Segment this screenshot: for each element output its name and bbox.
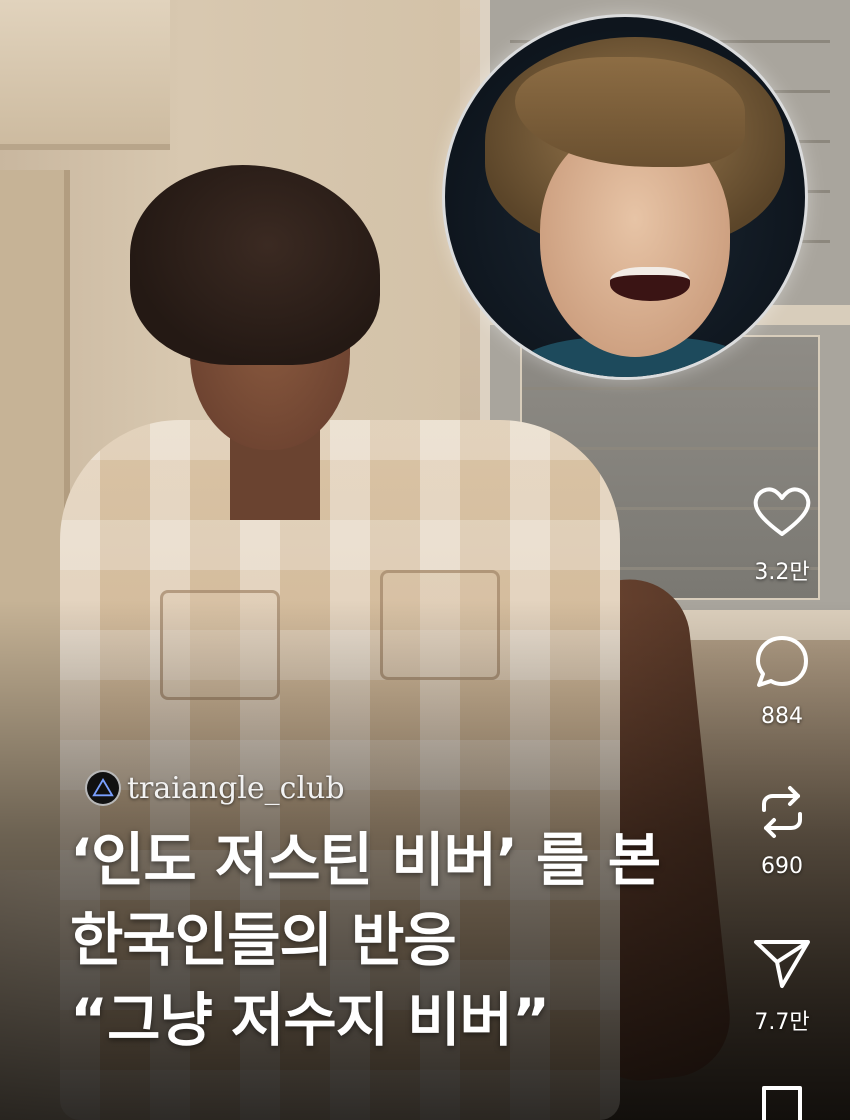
comment-icon — [756, 636, 808, 687]
background-ledge — [0, 0, 170, 150]
account-tag[interactable]: traiangle_club — [85, 770, 345, 806]
inset-photo — [442, 14, 808, 380]
account-name[interactable]: traiangle_club — [127, 771, 345, 806]
post-headline: ‘인도 저스틴 비버’ 를 본 한국인들의 반응 “그냥 저수지 비버” — [70, 820, 710, 1060]
comment-button[interactable]: 884 — [732, 630, 832, 729]
send-icon — [754, 940, 810, 988]
reel-viewer: traiangle_club ‘인도 저스틴 비버’ 를 본 한국인들의 반응 … — [0, 0, 850, 1120]
like-count: 3.2만 — [754, 560, 810, 585]
triangle-logo-icon — [85, 770, 121, 806]
bookmark-icon — [762, 1086, 802, 1120]
repost-icon — [762, 786, 802, 838]
headline-line: “그냥 저수지 비버” — [70, 986, 550, 1054]
repost-button[interactable]: 690 — [732, 780, 832, 879]
headline-line: 한국인들의 반응 — [70, 906, 457, 974]
share-count: 7.7만 — [754, 1010, 810, 1035]
repost-count: 690 — [761, 854, 803, 879]
share-button[interactable]: 7.7만 — [732, 930, 832, 1036]
comment-count: 884 — [761, 704, 803, 729]
like-button[interactable]: 3.2만 — [732, 480, 832, 586]
heart-icon — [753, 487, 811, 536]
save-button[interactable] — [732, 1080, 832, 1120]
subject-hair — [130, 165, 380, 365]
headline-line: ‘인도 저스틴 비버’ 를 본 — [70, 826, 661, 894]
